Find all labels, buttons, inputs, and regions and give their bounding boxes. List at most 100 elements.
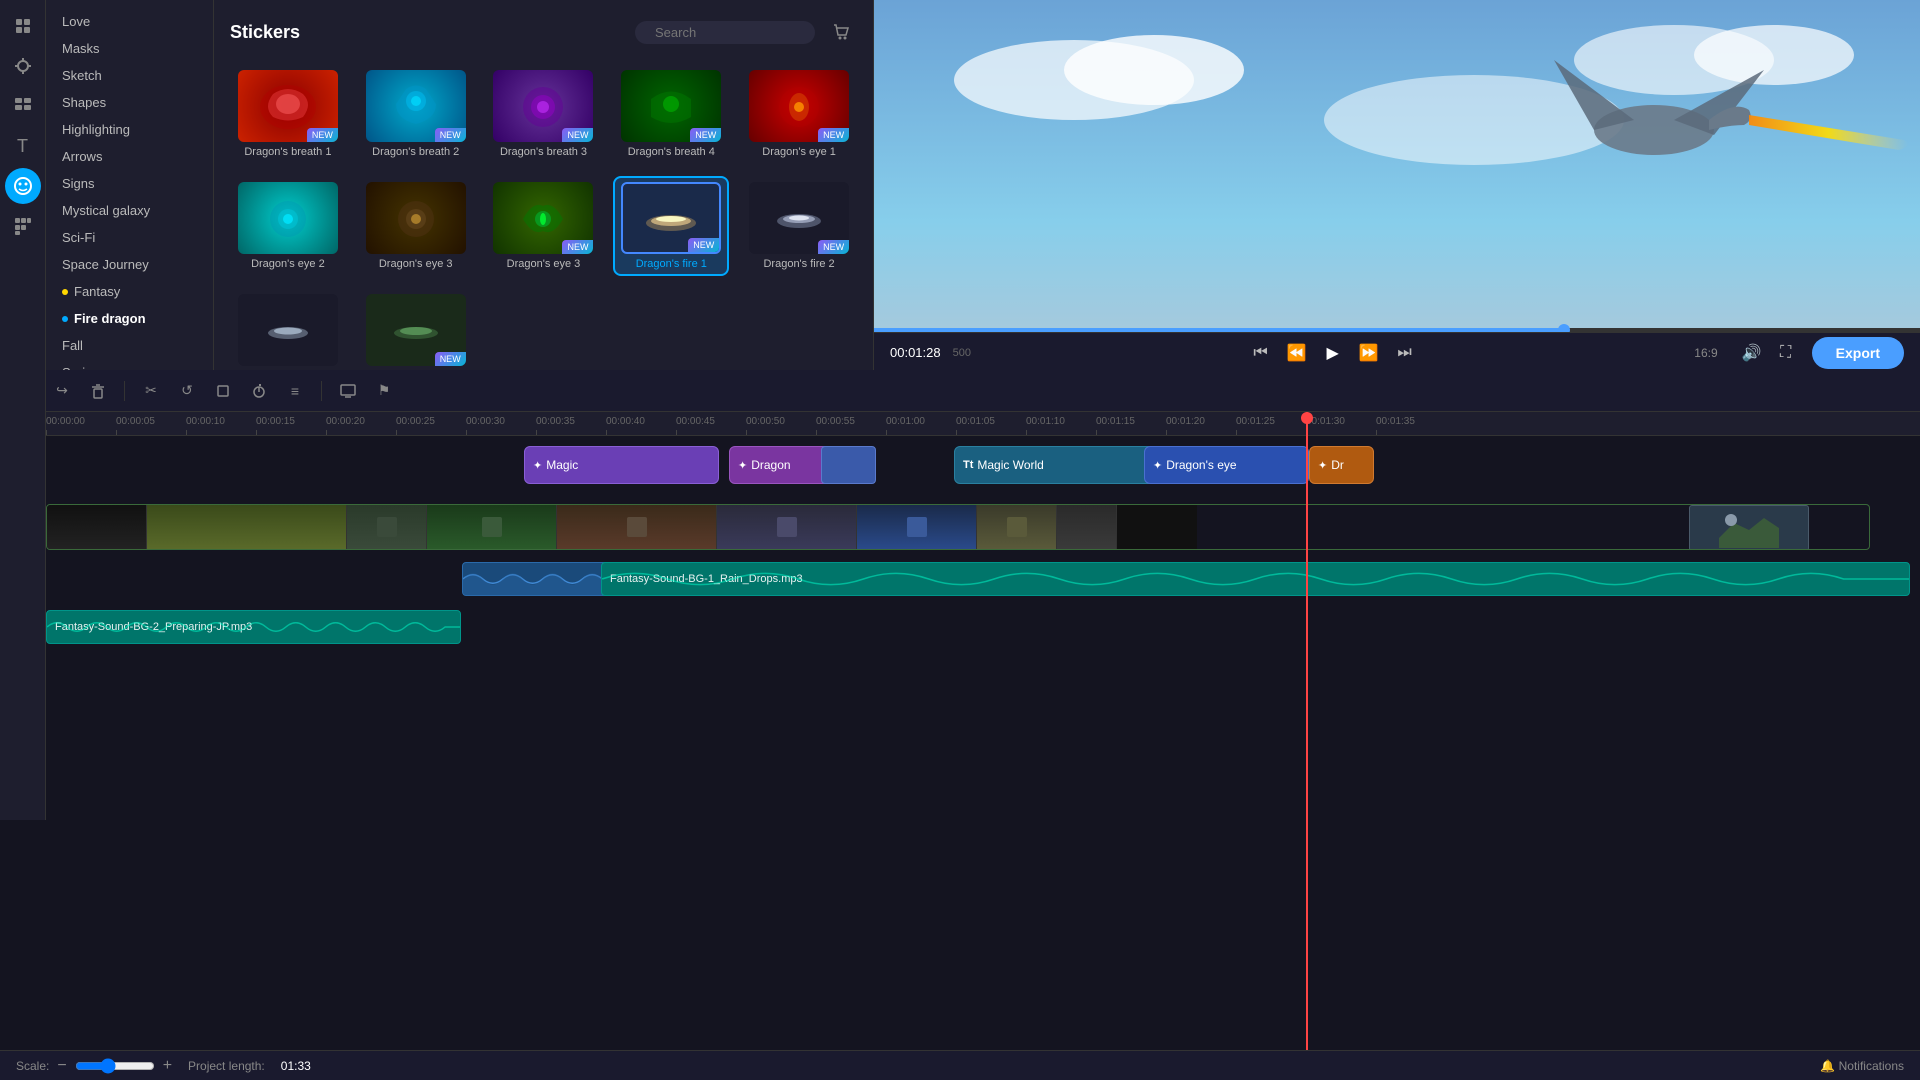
status-bar: Scale: − + Project length: 01:33 🔔 Notif… (0, 1050, 1920, 1080)
sticker-label: Dragon's breath 4 (628, 146, 715, 158)
project-length-label: Project length: (188, 1059, 265, 1073)
scale-label: Scale: (16, 1059, 49, 1073)
nav-icon-apps[interactable] (5, 208, 41, 244)
delete-button[interactable] (84, 377, 112, 405)
video-seg-blue (857, 505, 977, 549)
sticker-clip-dragon-eye[interactable]: ✦ Dragon's eye (1144, 446, 1309, 484)
audio-clip-bg2[interactable]: Fantasy-Sound-BG-2_Preparing-JP.mp3 (46, 610, 461, 644)
sidebar-item-highlighting[interactable]: Highlighting (46, 116, 213, 143)
new-badge: NEW (562, 240, 593, 254)
trim-indicator6 (1007, 517, 1027, 537)
ruler-mark-10: 00:00:50 (746, 416, 785, 427)
sticker-item-dragon-fire-1[interactable]: NEW Dragon's fire 1 (613, 176, 729, 276)
flag-button[interactable]: ⚑ (370, 377, 398, 405)
list-button[interactable]: ≡ (281, 377, 309, 405)
clip-label: Dragon (751, 458, 790, 472)
sticker-item-dragon-eye-3a[interactable]: Dragon's eye 3 (358, 176, 474, 276)
monitor-button[interactable] (334, 377, 362, 405)
ruler-mark-0: 00:00:00 (46, 416, 85, 427)
sidebar-item-fantasy[interactable]: Fantasy (46, 278, 213, 305)
sticker-item-dragon-fire-3[interactable]: Dragon's fire 3 (230, 288, 346, 374)
play-pause-button[interactable]: ▶ (1319, 339, 1347, 367)
skip-to-end-button[interactable]: ⏭ (1391, 339, 1419, 367)
nav-icon-text[interactable]: T (5, 128, 41, 164)
sticker-item-dragon-breath-2[interactable]: NEW Dragon's breath 2 (358, 64, 474, 164)
aspect-ratio: 16:9 (1694, 346, 1717, 360)
sidebar-item-sci-fi[interactable]: Sci-Fi (46, 224, 213, 251)
redo-button[interactable]: ↪ (48, 377, 76, 405)
sky-svg (874, 0, 1920, 370)
search-bar[interactable] (635, 21, 815, 44)
dot-blue (62, 316, 68, 322)
undo-history-button[interactable]: ↺ (173, 377, 201, 405)
nav-icon-1[interactable] (5, 8, 41, 44)
sticker-label: Dragon's breath 3 (500, 146, 587, 158)
sticker-item-dragon-fire-2[interactable]: NEW Dragon's fire 2 (741, 176, 857, 276)
ruler-mark-9: 00:00:45 (676, 416, 715, 427)
nav-icon-grid[interactable] (5, 88, 41, 124)
ruler-mark-7: 00:00:35 (536, 416, 575, 427)
ruler-mark-14: 00:01:10 (1026, 416, 1065, 427)
cart-button[interactable] (825, 16, 857, 48)
sticker-item-dragon-eye-2[interactable]: Dragon's eye 2 (230, 176, 346, 276)
blue-placeholder-block[interactable] (821, 446, 876, 484)
fullscreen-button[interactable]: ⛶ (1772, 339, 1800, 367)
sidebar-item-masks[interactable]: Masks (46, 35, 213, 62)
sidebar-item-fire-dragon[interactable]: Fire dragon (46, 305, 213, 332)
step-forward-button[interactable]: ⏩ (1355, 339, 1383, 367)
timeline-area: ↩ ↪ ✂ ↺ ≡ ⚑ 00:00:00 00:00:05 00:00:10 0… (0, 370, 1920, 1050)
nav-icon-effects[interactable] (5, 48, 41, 84)
sidebar-item-arrows[interactable]: Arrows (46, 143, 213, 170)
step-back-button[interactable]: ⏪ (1283, 339, 1311, 367)
new-badge: NEW (562, 128, 593, 142)
ruler-mark-1: 00:00:05 (116, 416, 155, 427)
waveform-svg-2 (602, 563, 1909, 595)
sticker-item-dragon-breath-1[interactable]: NEW Dragon's breath 1 (230, 64, 346, 164)
sticker-thumb: NEW (238, 70, 338, 142)
current-time: 00:01:28 (890, 345, 941, 360)
sticker-item-dragon-breath-4[interactable]: NEW Dragon's breath 4 (613, 64, 729, 164)
sidebar-item-space-journey[interactable]: Space Journey (46, 251, 213, 278)
sticker-thumb: NEW (493, 182, 593, 254)
nav-icon-stickers[interactable] (5, 168, 41, 204)
ruler-mark-4: 00:00:20 (326, 416, 365, 427)
sticker-label: Dragon's eye 1 (762, 146, 836, 158)
volume-button[interactable]: 🔊 (1738, 339, 1766, 367)
export-button[interactable]: Export (1812, 337, 1904, 369)
sidebar-item-shapes[interactable]: Shapes (46, 89, 213, 116)
sticker-item-dragon-fire-4[interactable]: NEW Dragon's fire 4 (358, 288, 474, 374)
sticker-item-dragon-eye-3b[interactable]: NEW Dragon's eye 3 (486, 176, 602, 276)
rotate-button[interactable] (209, 377, 237, 405)
timer-button[interactable] (245, 377, 273, 405)
scale-slider[interactable] (75, 1058, 155, 1074)
audio-clip-fantasy[interactable]: Fantasy-Sound-BG-1_Rain_Drops.mp3 (601, 562, 1910, 596)
sticker-thumb (238, 182, 338, 254)
video-background (874, 0, 1920, 370)
clip-label: Magic (546, 458, 578, 472)
cut-button[interactable]: ✂ (137, 377, 165, 405)
skip-to-start-button[interactable]: ⏮ (1247, 339, 1275, 367)
waveform-svg-3 (47, 611, 460, 643)
new-badge: NEW (688, 238, 719, 252)
sticker-item-dragon-eye-1[interactable]: NEW Dragon's eye 1 (741, 64, 857, 164)
notifications-button[interactable]: 🔔 Notifications (1820, 1059, 1904, 1073)
sticker-clip-magic[interactable]: ✦ Magic (524, 446, 719, 484)
sticker-item-dragon-breath-3[interactable]: NEW Dragon's breath 3 (486, 64, 602, 164)
sidebar-item-fall[interactable]: Fall (46, 332, 213, 359)
sidebar-item-love[interactable]: Love (46, 8, 213, 35)
sidebar-item-sketch[interactable]: Sketch (46, 62, 213, 89)
sidebar-item-mystical-galaxy[interactable]: Mystical galaxy (46, 197, 213, 224)
video-clip-main[interactable] (46, 504, 1870, 550)
sticker-clip-magic-world[interactable]: Tt Magic World (954, 446, 1154, 484)
sidebar-item-signs[interactable]: Signs (46, 170, 213, 197)
icon-bar: T (0, 0, 46, 820)
notifications-label: Notifications (1839, 1059, 1904, 1073)
sticker-track-row: 👁 🔒 ✦ Magic ✦ Dragon Tt Magic World (0, 436, 1920, 496)
ruler-mark-16: 00:01:20 (1166, 416, 1205, 427)
photo-thumbnail[interactable] (1689, 505, 1809, 550)
search-input[interactable] (655, 25, 831, 40)
scale-minus[interactable]: − (57, 1057, 66, 1075)
scale-plus[interactable]: + (163, 1057, 172, 1075)
new-badge: NEW (818, 128, 849, 142)
sticker-clip-dr[interactable]: ✦ Dr (1309, 446, 1374, 484)
